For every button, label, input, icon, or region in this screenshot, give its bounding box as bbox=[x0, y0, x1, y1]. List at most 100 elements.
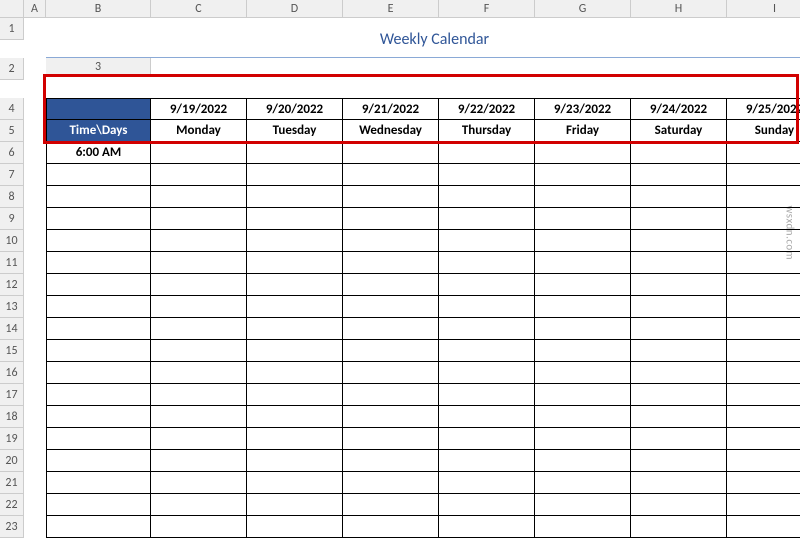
table-row[interactable] bbox=[247, 164, 343, 186]
row-header-7[interactable]: 7 bbox=[0, 164, 24, 186]
cell-A17[interactable] bbox=[24, 384, 46, 406]
col-header-I[interactable]: I bbox=[727, 0, 800, 18]
table-row[interactable] bbox=[631, 494, 727, 516]
cell-A22[interactable] bbox=[24, 494, 46, 516]
table-row[interactable] bbox=[151, 274, 247, 296]
table-row[interactable] bbox=[535, 494, 631, 516]
table-row[interactable] bbox=[46, 340, 151, 362]
table-row[interactable] bbox=[535, 450, 631, 472]
table-row[interactable] bbox=[46, 428, 151, 450]
table-row[interactable] bbox=[439, 450, 535, 472]
table-row[interactable] bbox=[631, 186, 727, 208]
table-row[interactable] bbox=[727, 164, 800, 186]
table-row[interactable] bbox=[727, 362, 800, 384]
col-header-F[interactable]: F bbox=[439, 0, 535, 18]
data-cell-r0c3[interactable] bbox=[439, 142, 535, 164]
table-row[interactable] bbox=[343, 208, 439, 230]
table-row[interactable] bbox=[535, 164, 631, 186]
table-row[interactable] bbox=[151, 318, 247, 340]
table-row[interactable] bbox=[727, 450, 800, 472]
table-row[interactable] bbox=[151, 472, 247, 494]
row-header-22[interactable]: 22 bbox=[0, 494, 24, 516]
table-row[interactable] bbox=[343, 186, 439, 208]
table-row[interactable] bbox=[247, 362, 343, 384]
table-row[interactable] bbox=[343, 318, 439, 340]
table-row[interactable] bbox=[727, 472, 800, 494]
col-header-A[interactable]: A bbox=[24, 0, 46, 18]
row-header-3[interactable]: 3 bbox=[46, 58, 151, 76]
cell-A4[interactable] bbox=[24, 98, 46, 120]
table-row[interactable] bbox=[151, 362, 247, 384]
table-row[interactable] bbox=[535, 362, 631, 384]
data-cell-r0c2[interactable] bbox=[343, 142, 439, 164]
table-row[interactable] bbox=[247, 406, 343, 428]
cell-A23[interactable] bbox=[24, 516, 46, 538]
table-row[interactable] bbox=[46, 406, 151, 428]
table-row[interactable] bbox=[151, 186, 247, 208]
table-row[interactable] bbox=[535, 208, 631, 230]
row-header-23[interactable]: 23 bbox=[0, 516, 24, 538]
table-row[interactable] bbox=[535, 516, 631, 538]
data-cell-r0c4[interactable] bbox=[535, 142, 631, 164]
table-row[interactable] bbox=[343, 406, 439, 428]
table-row[interactable] bbox=[343, 516, 439, 538]
table-row[interactable] bbox=[439, 274, 535, 296]
table-row[interactable] bbox=[151, 384, 247, 406]
table-row[interactable] bbox=[247, 516, 343, 538]
table-row[interactable] bbox=[343, 472, 439, 494]
date-header-5[interactable]: 9/24/2022 bbox=[631, 98, 727, 120]
table-row[interactable] bbox=[46, 516, 151, 538]
table-row[interactable] bbox=[535, 406, 631, 428]
day-header-0[interactable]: Monday bbox=[151, 120, 247, 142]
table-row[interactable] bbox=[247, 208, 343, 230]
table-row[interactable] bbox=[343, 230, 439, 252]
table-row[interactable] bbox=[343, 450, 439, 472]
table-row[interactable] bbox=[727, 296, 800, 318]
table-row[interactable] bbox=[247, 340, 343, 362]
table-row[interactable] bbox=[46, 362, 151, 384]
table-row[interactable] bbox=[727, 274, 800, 296]
table-row[interactable] bbox=[247, 450, 343, 472]
table-row[interactable] bbox=[439, 230, 535, 252]
table-row[interactable] bbox=[46, 494, 151, 516]
col-header-C[interactable]: C bbox=[151, 0, 247, 18]
row-header-21[interactable]: 21 bbox=[0, 472, 24, 494]
table-row[interactable] bbox=[631, 208, 727, 230]
table-row[interactable] bbox=[439, 340, 535, 362]
date-header-2[interactable]: 9/21/2022 bbox=[343, 98, 439, 120]
table-row[interactable] bbox=[247, 274, 343, 296]
table-row[interactable] bbox=[439, 428, 535, 450]
table-row[interactable] bbox=[535, 252, 631, 274]
row-header-20[interactable]: 20 bbox=[0, 450, 24, 472]
cell-A2[interactable] bbox=[24, 58, 46, 80]
table-row[interactable] bbox=[535, 296, 631, 318]
table-row[interactable] bbox=[343, 340, 439, 362]
day-header-3[interactable]: Thursday bbox=[439, 120, 535, 142]
table-row[interactable] bbox=[46, 472, 151, 494]
row-header-10[interactable]: 10 bbox=[0, 230, 24, 252]
date-header-1[interactable]: 9/20/2022 bbox=[247, 98, 343, 120]
table-row[interactable] bbox=[46, 252, 151, 274]
table-row[interactable] bbox=[343, 252, 439, 274]
row-header-9[interactable]: 9 bbox=[0, 208, 24, 230]
cell-A15[interactable] bbox=[24, 340, 46, 362]
row-header-16[interactable]: 16 bbox=[0, 362, 24, 384]
row-header-19[interactable]: 19 bbox=[0, 428, 24, 450]
table-row[interactable] bbox=[343, 274, 439, 296]
table-row[interactable] bbox=[535, 340, 631, 362]
table-row[interactable] bbox=[631, 164, 727, 186]
table-row[interactable] bbox=[631, 450, 727, 472]
table-row[interactable] bbox=[247, 384, 343, 406]
table-row[interactable] bbox=[631, 362, 727, 384]
cell-A10[interactable] bbox=[24, 230, 46, 252]
cell-A12[interactable] bbox=[24, 274, 46, 296]
day-header-4[interactable]: Friday bbox=[535, 120, 631, 142]
table-row[interactable] bbox=[631, 384, 727, 406]
table-corner-blank[interactable] bbox=[46, 98, 151, 120]
row-header-13[interactable]: 13 bbox=[0, 296, 24, 318]
table-row[interactable] bbox=[439, 516, 535, 538]
table-row[interactable] bbox=[46, 230, 151, 252]
table-row[interactable] bbox=[343, 164, 439, 186]
cell-B3[interactable] bbox=[46, 80, 800, 98]
cell-A8[interactable] bbox=[24, 186, 46, 208]
